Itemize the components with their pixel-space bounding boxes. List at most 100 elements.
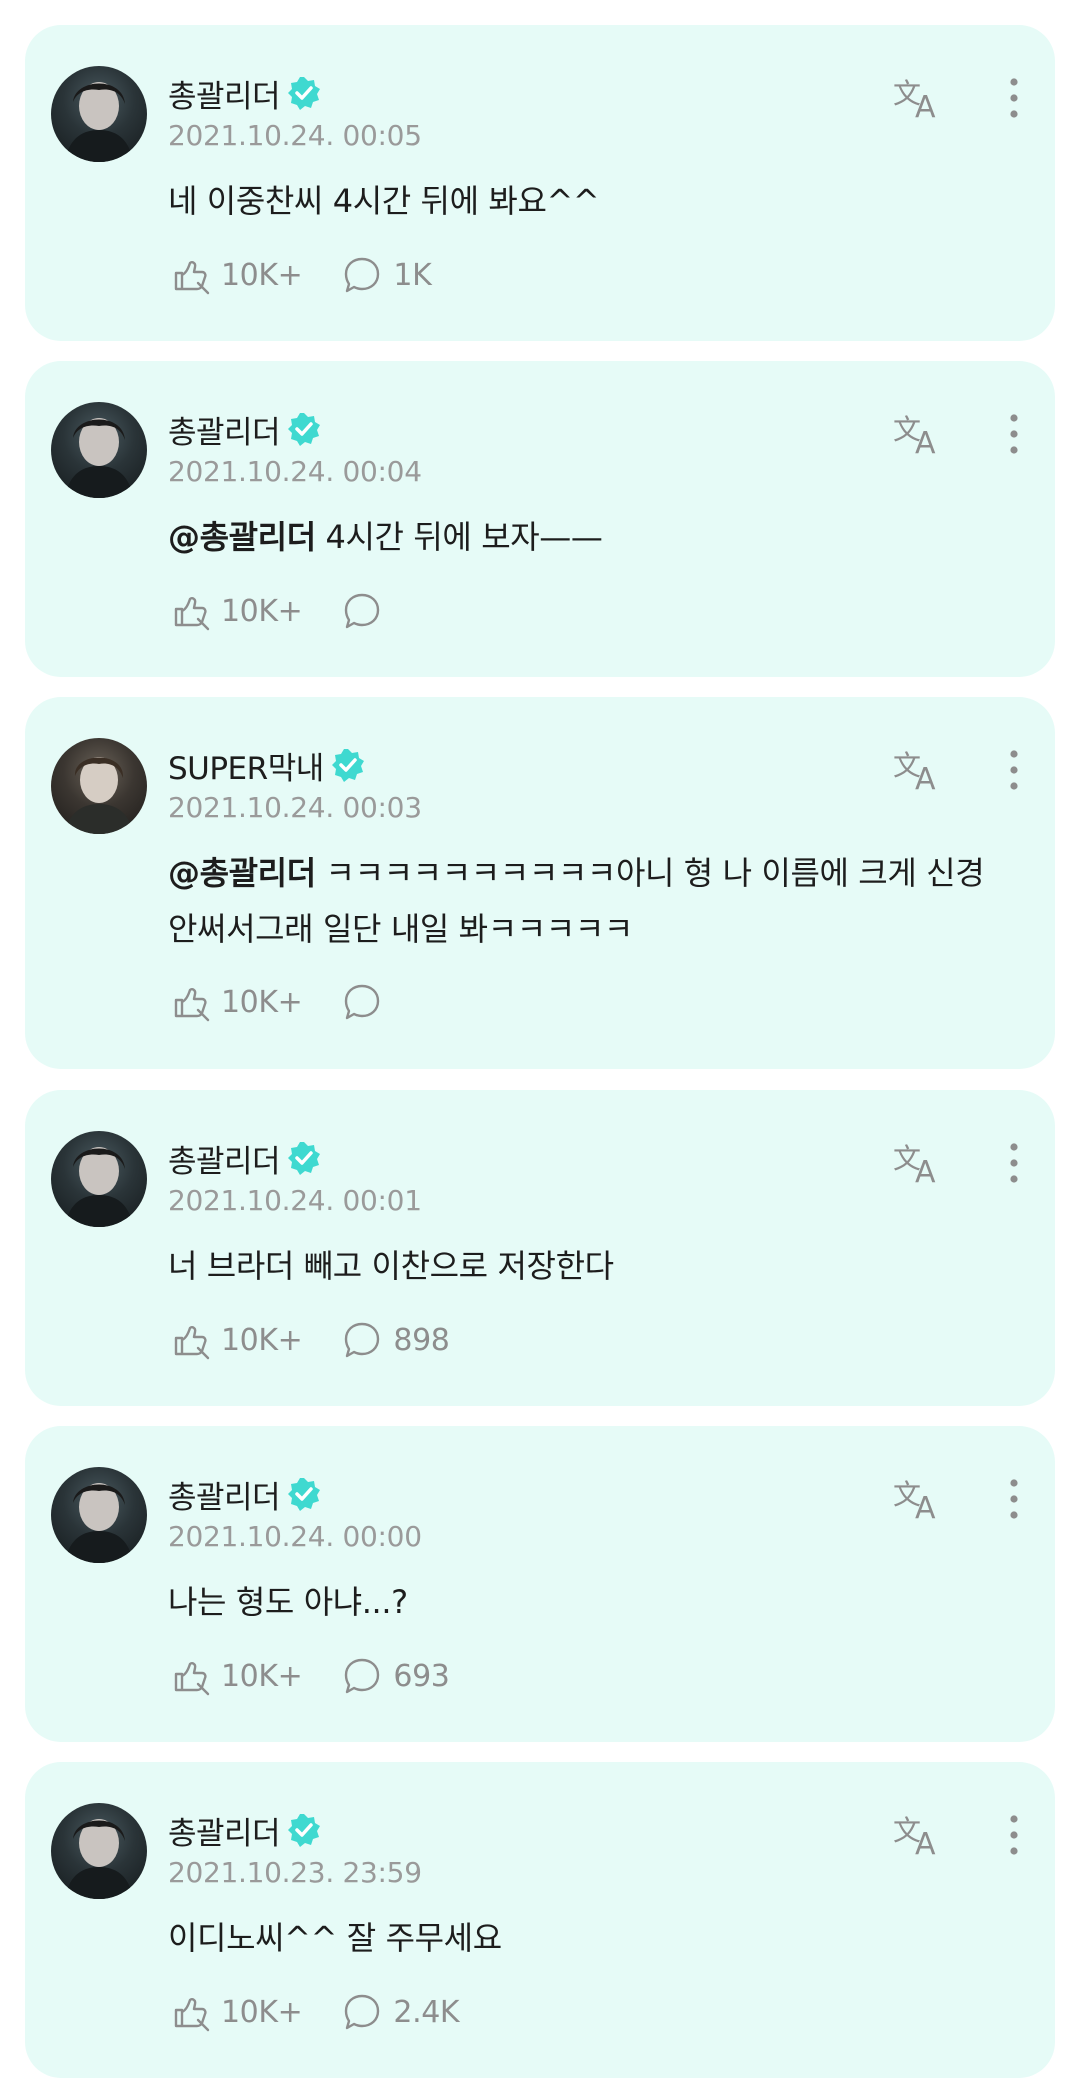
like-button[interactable]: 10K+ [168, 589, 303, 633]
like-button[interactable]: 10K+ [168, 253, 303, 297]
comment-bubble-icon [345, 1322, 380, 1358]
like-icon [174, 261, 210, 295]
post-body: 나는 형도 아냐...? [168, 1583, 408, 1621]
like-count: 10K+ [221, 1994, 303, 2030]
avatar[interactable] [51, 738, 147, 834]
verified-badge-icon [331, 749, 364, 782]
author-row: 총괄리더 [168, 407, 322, 451]
post-card[interactable]: 총괄리더 2021.10.24. 00:05 네 이중찬씨 4시간 뒤에 봐요^… [25, 25, 1055, 341]
comment-bubble-icon [345, 1994, 380, 2030]
post-text: @총괄리더 4시간 뒤에 보자—— [168, 509, 998, 565]
more-vertical-icon[interactable] [1003, 409, 1025, 459]
comment-bubble-icon [345, 1658, 380, 1694]
post-mention[interactable]: @총괄리더 [168, 518, 316, 556]
like-count: 10K+ [221, 257, 303, 293]
post-actions: 10K+ [168, 980, 431, 1024]
like-button[interactable]: 10K+ [168, 1990, 303, 2034]
post-mention[interactable]: @총괄리더 [168, 854, 316, 892]
more-vertical-icon[interactable] [1003, 745, 1025, 795]
post-card[interactable]: SUPER막내 2021.10.24. 00:03 @총괄리더 ㅋㅋㅋㅋㅋㅋㅋㅋ… [25, 697, 1055, 1069]
translate-icon[interactable]: 文 A [891, 1810, 945, 1860]
author-row: SUPER막내 [168, 743, 366, 787]
like-icon [174, 1662, 210, 1696]
avatar[interactable] [51, 1803, 147, 1899]
post-actions: 10K+ [168, 589, 431, 633]
like-icon [174, 1998, 210, 2032]
post-actions: 10K+ 1K [168, 253, 469, 297]
comment-count: 898 [393, 1322, 450, 1358]
author-row: 총괄리더 [168, 1136, 322, 1180]
comment-bubble-icon [345, 593, 380, 629]
post-card[interactable]: 총괄리더 2021.10.24. 00:01 너 브라더 빼고 이찬으로 저장한… [25, 1090, 1055, 1406]
like-button[interactable]: 10K+ [168, 1654, 303, 1698]
like-count: 10K+ [221, 593, 303, 629]
post-card[interactable]: 총괄리더 2021.10.23. 23:59 이디노씨^^ 잘 주무세요 10K… [25, 1762, 1055, 2078]
translate-icon[interactable]: 文 A [891, 1138, 945, 1188]
post-actions: 10K+ 898 [168, 1318, 487, 1362]
like-count: 10K+ [221, 1658, 303, 1694]
translate-icon[interactable]: 文 A [891, 409, 945, 459]
like-icon [174, 1326, 210, 1360]
comment-button[interactable]: 1K [340, 253, 432, 297]
avatar[interactable] [51, 402, 147, 498]
author-name[interactable]: 총괄리더 [168, 1136, 281, 1181]
svg-text:A: A [915, 762, 936, 795]
translate-icon[interactable]: 文 A [891, 73, 945, 123]
post-body: 4시간 뒤에 보자—— [315, 518, 603, 556]
post-text: 이디노씨^^ 잘 주무세요 [168, 1910, 998, 1966]
verified-badge-icon [288, 413, 321, 446]
like-count: 10K+ [221, 1322, 303, 1358]
like-icon [174, 597, 210, 631]
like-count: 10K+ [221, 984, 303, 1020]
post-text: @총괄리더 ㅋㅋㅋㅋㅋㅋㅋㅋㅋㅋ아니 형 나 이름에 크게 신경안써서그래 일단… [168, 845, 998, 957]
author-name[interactable]: 총괄리더 [168, 1808, 281, 1853]
more-vertical-icon[interactable] [1003, 73, 1025, 123]
like-button[interactable]: 10K+ [168, 1318, 303, 1362]
comment-count: 1K [393, 257, 432, 293]
post-card[interactable]: 총괄리더 2021.10.24. 00:00 나는 형도 아냐...? 10K+… [25, 1426, 1055, 1742]
comment-button[interactable]: 693 [340, 1654, 450, 1698]
comment-bubble-icon [345, 257, 380, 293]
author-name[interactable]: 총괄리더 [168, 1472, 281, 1517]
svg-text:A: A [915, 1827, 936, 1860]
post-timestamp: 2021.10.24. 00:00 [168, 1520, 422, 1553]
post-actions: 10K+ 2.4K [168, 1990, 497, 2034]
verified-badge-icon [288, 1814, 321, 1847]
more-vertical-icon[interactable] [1003, 1474, 1025, 1524]
post-timestamp: 2021.10.23. 23:59 [168, 1856, 422, 1889]
author-name[interactable]: SUPER막내 [168, 743, 324, 788]
post-body: 이디노씨^^ 잘 주무세요 [168, 1919, 502, 1957]
comment-button[interactable] [340, 980, 393, 1024]
like-icon [174, 988, 210, 1022]
comment-button[interactable]: 898 [340, 1318, 450, 1362]
author-row: 총괄리더 [168, 1808, 322, 1852]
author-name[interactable]: 총괄리더 [168, 71, 281, 116]
comment-button[interactable] [340, 589, 393, 633]
post-timestamp: 2021.10.24. 00:01 [168, 1184, 422, 1217]
post-actions: 10K+ 693 [168, 1654, 487, 1698]
author-row: 총괄리더 [168, 1472, 322, 1516]
avatar[interactable] [51, 1131, 147, 1227]
post-timestamp: 2021.10.24. 00:03 [168, 791, 422, 824]
comment-bubble-icon [345, 984, 380, 1020]
verified-badge-icon [288, 1142, 321, 1175]
post-text: 너 브라더 빼고 이찬으로 저장한다 [168, 1238, 998, 1294]
post-card[interactable]: 총괄리더 2021.10.24. 00:04 @총괄리더 4시간 뒤에 보자——… [25, 361, 1055, 677]
avatar[interactable] [51, 66, 147, 162]
like-button[interactable]: 10K+ [168, 980, 303, 1024]
svg-text:A: A [915, 90, 936, 123]
svg-text:A: A [915, 426, 936, 459]
post-body: 너 브라더 빼고 이찬으로 저장한다 [168, 1247, 614, 1285]
more-vertical-icon[interactable] [1003, 1138, 1025, 1188]
translate-icon[interactable]: 文 A [891, 745, 945, 795]
verified-badge-icon [288, 77, 321, 110]
author-name[interactable]: 총괄리더 [168, 407, 281, 452]
translate-icon[interactable]: 文 A [891, 1474, 945, 1524]
post-timestamp: 2021.10.24. 00:05 [168, 119, 422, 152]
more-vertical-icon[interactable] [1003, 1810, 1025, 1860]
avatar[interactable] [51, 1467, 147, 1563]
post-text: 나는 형도 아냐...? [168, 1574, 998, 1630]
author-row: 총괄리더 [168, 71, 322, 115]
comment-count: 2.4K [393, 1994, 460, 2030]
comment-button[interactable]: 2.4K [340, 1990, 460, 2034]
